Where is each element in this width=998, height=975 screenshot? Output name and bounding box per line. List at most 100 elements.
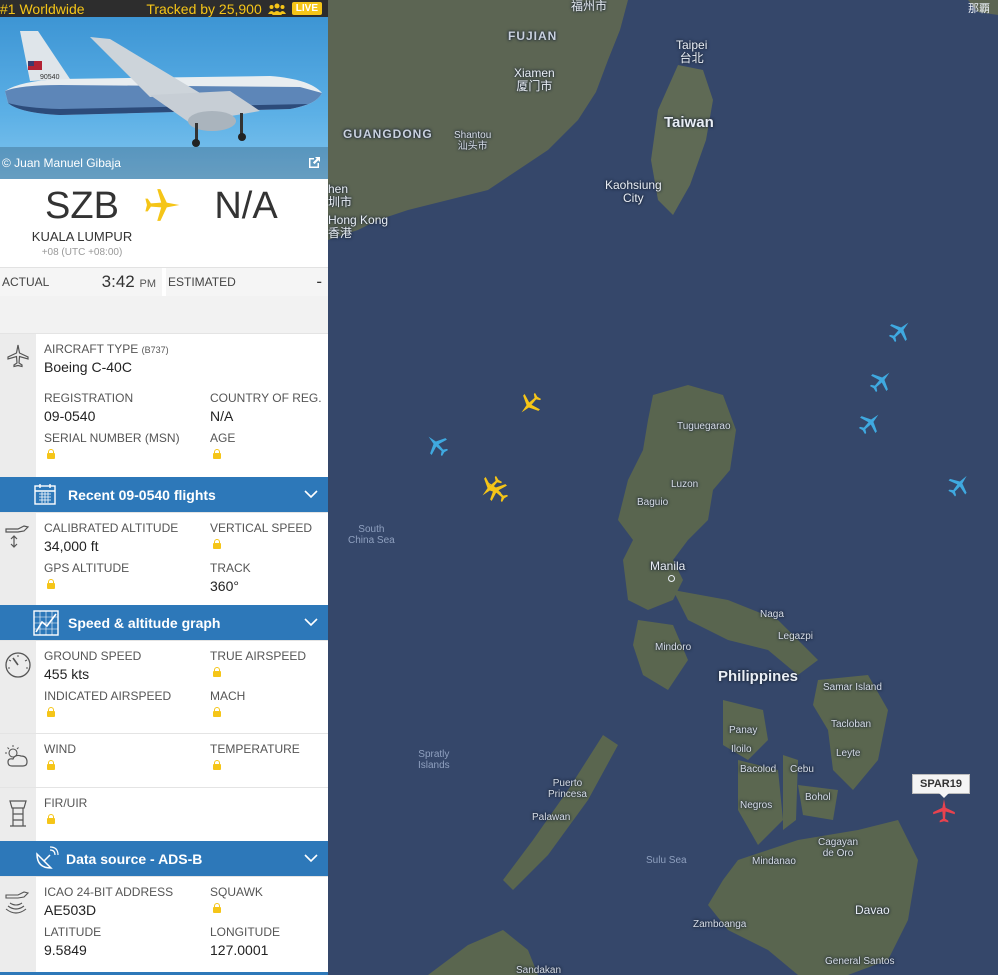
map-label-puerto-princesa: Puerto Princesa — [548, 778, 587, 800]
map-label-fuzhou: 福州市 — [571, 0, 608, 13]
aircraft-type-label: AIRCRAFT TYPE (B737) — [44, 342, 169, 356]
lock-icon[interactable] — [212, 449, 221, 459]
control-tower-icon — [9, 800, 27, 827]
times-row: ACTUAL 3:42 PM ESTIMATED - — [0, 267, 328, 296]
map-label-shenzhen: hen 圳市 — [328, 182, 353, 209]
map-city-dot-manila — [668, 575, 675, 582]
aircraft-photo[interactable]: 90540 © Juan Manuel Gibaja — [0, 17, 328, 179]
lock-icon[interactable] — [212, 667, 221, 677]
recent-flights-bar[interactable]: Recent 09-0540 flights — [0, 477, 328, 512]
map-label-south-china-sea: South China Sea — [348, 524, 395, 546]
latitude-value: 9.5849 — [44, 942, 87, 958]
external-link-icon[interactable] — [306, 155, 322, 171]
destination[interactable]: N/A — [164, 179, 328, 267]
lock-icon[interactable] — [212, 707, 221, 717]
registration-value: 09-0540 — [44, 408, 96, 424]
speed-section: GROUND SPEED 455 kts TRUE AIRSPEED INDICA… — [0, 640, 328, 733]
indicated-airspeed-label: INDICATED AIRSPEED — [44, 689, 172, 703]
users-icon — [267, 3, 286, 15]
map-label-baguio: Baguio — [637, 497, 669, 508]
temperature-label: TEMPERATURE — [210, 742, 300, 756]
map-label-hongkong: Hong Kong 香港 — [328, 213, 389, 240]
lock-icon[interactable] — [46, 707, 55, 717]
flight-map[interactable]: 那覇 福州市 FUJIAN Taipei 台北 Xiamen 厦门市 Taiwan … — [328, 0, 998, 975]
calendar-icon — [34, 484, 56, 505]
map-label-taipei: Taipei 台北 — [676, 38, 708, 65]
map-label-general-santos: General Santos — [825, 956, 895, 967]
map-label-bohol: Bohol — [805, 792, 831, 803]
map-label-negros: Negros — [740, 800, 773, 811]
true-airspeed-label: TRUE AIRSPEED — [210, 649, 307, 663]
speed-graph-label: Speed & altitude graph — [68, 614, 221, 631]
lock-icon[interactable] — [46, 449, 55, 459]
map-label-bacolod: Bacolod — [740, 764, 777, 775]
map-label-cebu: Cebu — [790, 764, 814, 775]
speedometer-icon — [5, 652, 31, 678]
map-label-zamboanga: Zamboanga — [693, 919, 747, 930]
lock-icon[interactable] — [212, 903, 221, 913]
lock-icon[interactable] — [212, 760, 221, 770]
destination-code: N/A — [214, 185, 278, 227]
map-label-mindanao: Mindanao — [752, 856, 796, 867]
map-label-palawan: Palawan — [532, 812, 571, 823]
lock-icon[interactable] — [46, 814, 55, 824]
route-plane — [137, 180, 187, 230]
selected-aircraft-marker[interactable] — [931, 798, 957, 824]
graph-icon — [33, 610, 59, 636]
icao-address-label: ICAO 24-BIT ADDRESS — [44, 885, 174, 899]
chevron-down-icon — [304, 618, 318, 627]
aircraft-photo-image: 90540 — [5, 31, 322, 147]
flight-info-panel: #1 Worldwide Tracked by 25,900 LIVE 9054… — [0, 0, 328, 975]
lock-icon[interactable] — [46, 760, 55, 770]
data-source-bar[interactable]: Data source - ADS-B — [0, 841, 328, 876]
estimated-label: ESTIMATED — [168, 275, 236, 289]
longitude-label: LONGITUDE — [210, 925, 281, 939]
chevron-down-icon — [304, 490, 318, 499]
map-label-manila: Manila — [650, 559, 686, 573]
map-label-legazpi: Legazpi — [778, 631, 814, 642]
speed-graph-bar[interactable]: Speed & altitude graph — [0, 605, 328, 640]
ground-speed-value: 455 kts — [44, 666, 90, 682]
country-value: N/A — [210, 408, 234, 424]
latitude-label: LATITUDE — [44, 925, 102, 939]
map-label-cagayan: Cagayan de Oro — [818, 837, 859, 859]
map-label-tacloban: Tacloban — [831, 719, 872, 730]
aircraft-type-value: Boeing C-40C — [44, 359, 132, 375]
worldwide-rank: #1 Worldwide — [0, 0, 85, 17]
adsb-signal-icon — [5, 891, 30, 914]
weather-icon — [5, 745, 28, 767]
map-base — [328, 0, 998, 975]
map-label-iloilo: Iloilo — [731, 744, 752, 755]
aircraft-section: AIRCRAFT TYPE (B737) Boeing C-40C REGIST… — [0, 333, 328, 477]
origin-city: KUALA LUMPUR — [31, 229, 133, 244]
country-label: COUNTRY OF REG. — [210, 391, 322, 405]
map-label-luzon: Luzon — [671, 479, 699, 490]
map-label-shantou: Shantou 汕头市 — [454, 130, 492, 152]
map-label-leyte: Leyte — [836, 748, 861, 759]
map-label-philippines: Philippines — [718, 668, 799, 685]
plane-icon — [933, 799, 955, 823]
calibrated-altitude-value: 34,000 ft — [44, 538, 99, 554]
serial-number-label: SERIAL NUMBER (MSN) — [44, 431, 180, 445]
calibrated-altitude-label: CALIBRATED ALTITUDE — [44, 521, 179, 535]
plane-icon — [145, 189, 180, 221]
selected-aircraft-callsign[interactable]: SPAR19 — [912, 774, 970, 798]
squawk-label: SQUAWK — [210, 885, 263, 899]
icao-address-value: AE503D — [44, 902, 97, 918]
longitude-value: 127.0001 — [210, 942, 269, 958]
weather-section: WIND TEMPERATURE — [0, 733, 328, 787]
map-label-davao: Davao — [855, 903, 890, 917]
altitude-icon — [5, 525, 30, 548]
chevron-down-icon — [304, 854, 318, 863]
fir-section: FIR/UIR — [0, 787, 328, 841]
recent-flights-label: Recent 09-0540 flights — [68, 486, 216, 503]
registration-label: REGISTRATION — [44, 391, 134, 405]
map-label-naga: Naga — [760, 609, 784, 620]
vertical-speed-label: VERTICAL SPEED — [210, 521, 313, 535]
track-label: TRACK — [210, 561, 251, 575]
lock-icon[interactable] — [46, 579, 55, 589]
origin-timezone: +08 (UTC +08:00) — [41, 247, 123, 258]
estimated-value: - — [316, 272, 322, 291]
lock-icon[interactable] — [212, 539, 221, 549]
map-label-tuguegarao: Tuguegarao — [677, 421, 731, 432]
